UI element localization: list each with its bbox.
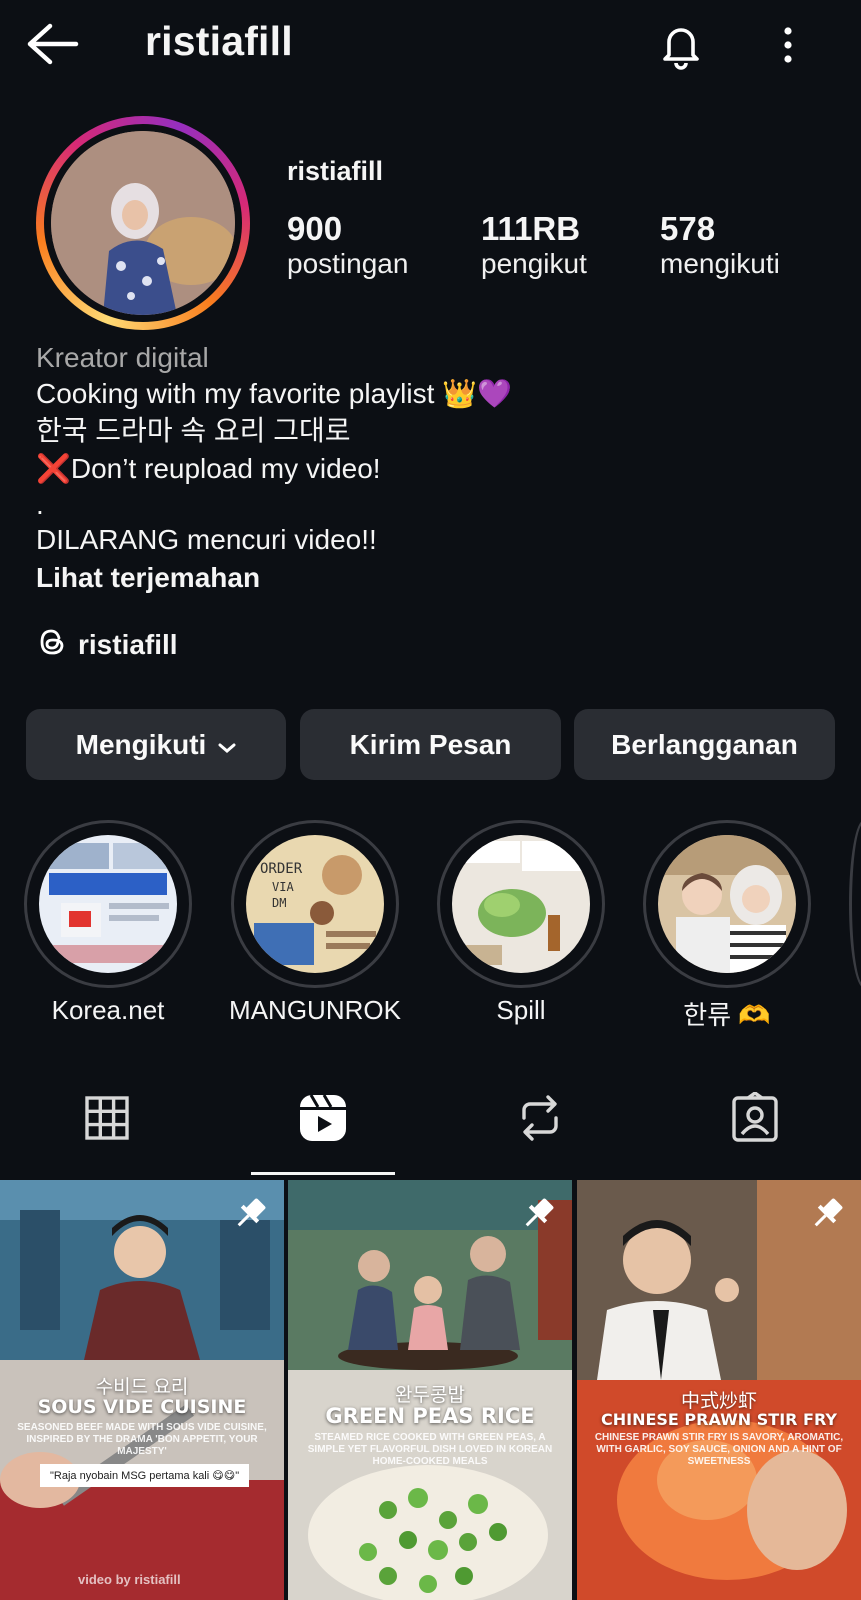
- tab-reels[interactable]: [297, 1092, 349, 1144]
- threads-handle: ristiafill: [78, 628, 178, 660]
- top-bar: ristiafill: [0, 0, 861, 92]
- reels-icon: [297, 1094, 349, 1148]
- profile-category: Kreator digital: [36, 342, 209, 373]
- reel-title: GREEN PEAS RICE: [325, 1404, 535, 1428]
- bio-line: Cooking with my favorite playlist 👑💜: [36, 378, 512, 409]
- profile-username: ristiafill: [287, 156, 384, 186]
- svg-text:ORDER: ORDER: [260, 861, 303, 877]
- highlight-more-partial[interactable]: [849, 820, 861, 988]
- highlight-label: 한류 🫶: [683, 1000, 771, 1030]
- reel-subtitle: SEASONED BEEF MADE WITH SOUS VIDE CUISIN…: [17, 1422, 267, 1457]
- reel-tile[interactable]: 완두콩밥 GREEN PEAS RICE STEAMED RICE COOKED…: [288, 1180, 572, 1600]
- posts-count: 900: [287, 210, 343, 247]
- highlight-label: Korea.net: [51, 995, 165, 1025]
- reel-title: CHINESE PRAWN STIR FRY: [601, 1410, 837, 1429]
- highlight-label: Spill: [496, 995, 546, 1025]
- bio-line: 한국 드라마 속 요리 그대로: [36, 415, 351, 446]
- subscribe-button[interactable]: Berlangganan: [574, 709, 835, 780]
- chevron-down-icon: [218, 729, 236, 761]
- tab-tagged[interactable]: [729, 1090, 781, 1144]
- highlight-spill[interactable]: [437, 820, 605, 988]
- reel-caption: "Raja nyobain MSG pertama kali 😋😋": [40, 1464, 250, 1487]
- reposts-icon: [514, 1095, 566, 1148]
- tab-reposts[interactable]: [514, 1092, 566, 1144]
- threads-icon: [36, 626, 68, 663]
- subscribe-button-label: Berlangganan: [611, 728, 798, 760]
- bell-icon[interactable]: [656, 20, 706, 70]
- avatar-frame: [44, 124, 242, 322]
- pin-icon: [807, 1194, 847, 1234]
- grid-icon: [81, 1096, 133, 1148]
- highlight-cover: [658, 835, 796, 973]
- following-button[interactable]: Mengikuti: [26, 709, 286, 780]
- message-button[interactable]: Kirim Pesan: [300, 709, 561, 780]
- reel-tile[interactable]: 中式炒虾 CHINESE PRAWN STIR FRY CHINESE PRAW…: [577, 1180, 861, 1600]
- bio-line: DILARANG mencuri video!!: [36, 524, 377, 555]
- followers-stat[interactable]: 111RB pengikut: [481, 210, 587, 280]
- svg-text:VIA: VIA: [272, 880, 294, 894]
- svg-text:DM: DM: [272, 896, 286, 910]
- highlight-mangunrok[interactable]: ORDER VIA DM: [231, 820, 399, 988]
- following-stat[interactable]: 578 mengikuti: [660, 210, 780, 280]
- highlight-cover: [452, 835, 590, 973]
- more-options-icon[interactable]: [770, 22, 806, 68]
- highlight-cover: [39, 835, 177, 973]
- following-button-label: Mengikuti: [75, 728, 207, 760]
- following-count: 578: [660, 210, 716, 247]
- bio-line: .: [36, 489, 44, 520]
- see-translation-link[interactable]: Lihat terjemahan: [36, 560, 260, 596]
- threads-link[interactable]: ristiafill: [36, 626, 178, 663]
- tab-grid[interactable]: [81, 1092, 133, 1144]
- reel-subtitle: STEAMED RICE COOKED WITH GREEN PEAS, A S…: [307, 1432, 553, 1467]
- page-title: ristiafill: [145, 18, 293, 64]
- highlight-korea-net[interactable]: [24, 820, 192, 988]
- highlight-label: MANGUNROK: [229, 995, 401, 1025]
- highlight-cover: ORDER VIA DM: [246, 835, 384, 973]
- reel-korean-title: 완두콩밥: [395, 1385, 465, 1406]
- avatar-story-ring[interactable]: [36, 116, 250, 330]
- followers-label: pengikut: [481, 248, 587, 279]
- followers-count: 111RB: [481, 210, 581, 247]
- active-tab-indicator: [251, 1172, 395, 1175]
- message-button-label: Kirim Pesan: [349, 728, 512, 760]
- back-arrow-icon[interactable]: [24, 22, 80, 66]
- bio-line: ❌Don’t reupload my video!: [36, 453, 381, 484]
- reel-korean-title: 수비드 요리: [95, 1377, 189, 1398]
- posts-label: postingan: [287, 248, 409, 279]
- pin-icon: [230, 1194, 270, 1234]
- tagged-icon: [729, 1090, 781, 1148]
- reel-watermark: video by ristiafill: [78, 1572, 181, 1587]
- reel-title: SOUS VIDE CUISINE: [37, 1396, 247, 1418]
- reel-subtitle: CHINESE PRAWN STIR FRY IS SAVORY, AROMAT…: [594, 1432, 844, 1467]
- pin-icon: [518, 1194, 558, 1234]
- reel-korean-title: 中式炒虾: [680, 1391, 757, 1412]
- highlight-hallyu[interactable]: [643, 820, 811, 988]
- avatar: [51, 131, 235, 315]
- posts-stat[interactable]: 900 postingan: [287, 210, 408, 280]
- reel-tile[interactable]: 수비드 요리 SOUS VIDE CUISINE SEASONED BEEF M…: [0, 1180, 284, 1600]
- following-label: mengikuti: [660, 248, 780, 279]
